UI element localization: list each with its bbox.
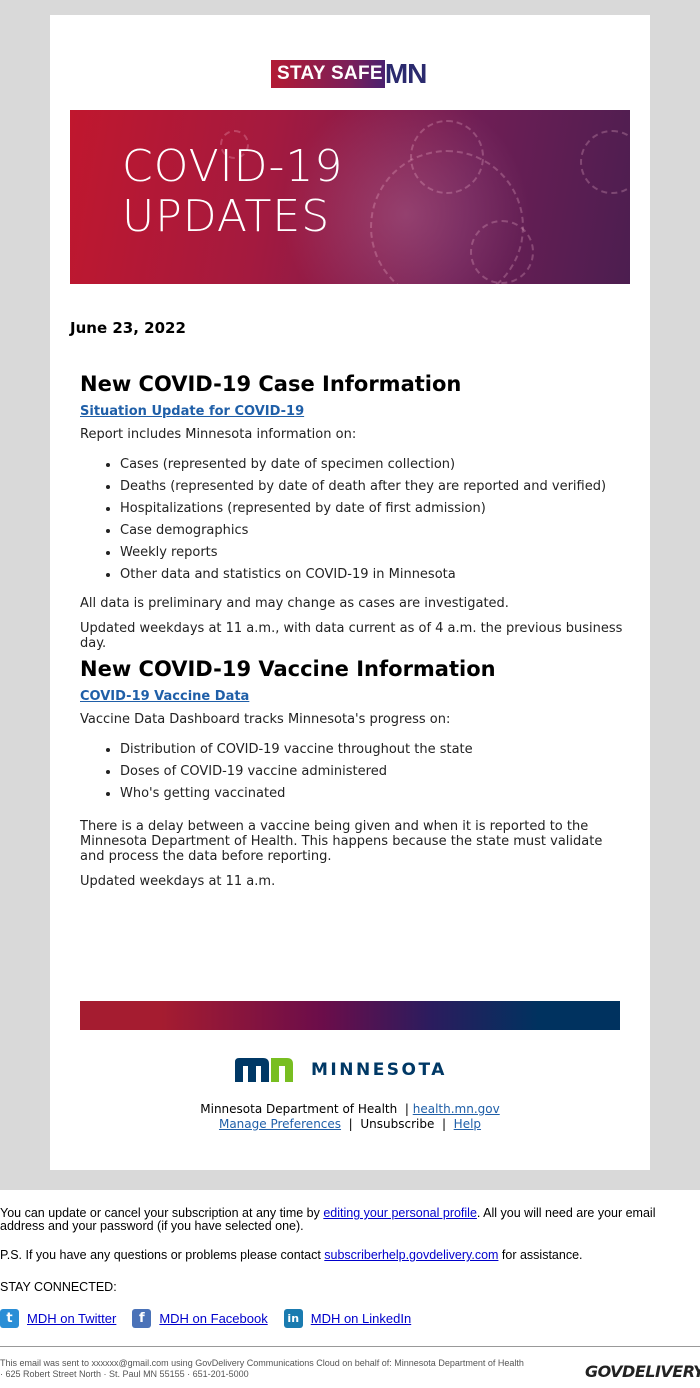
case-info-heading: New COVID-19 Case Information xyxy=(80,372,462,396)
health-site-link[interactable]: health.mn.gov xyxy=(413,1102,500,1116)
fine-print-line1: This email was sent to xxxxxx@gmail.com … xyxy=(0,1358,524,1368)
unsubscribe-link[interactable]: Unsubscribe xyxy=(360,1117,434,1131)
manage-preferences-link[interactable]: Manage Preferences xyxy=(219,1117,341,1131)
list-item: Weekly reports xyxy=(120,542,625,564)
facebook-link-item[interactable]: f MDH on Facebook xyxy=(132,1309,268,1328)
social-links: t MDH on Twitter f MDH on Facebook in MD… xyxy=(0,1309,427,1328)
subscriber-help-link[interactable]: subscriberhelp.govdelivery.com xyxy=(324,1248,498,1262)
fine-print: This email was sent to xxxxxx@gmail.com … xyxy=(0,1358,524,1380)
case-info-section: New COVID-19 Case Information Situation … xyxy=(80,372,625,651)
vaccine-info-section: New COVID-19 Vaccine Information COVID-1… xyxy=(80,657,625,889)
logo-mn: MN xyxy=(384,58,428,89)
case-note-preliminary: All data is preliminary and may change a… xyxy=(80,596,509,611)
list-item: Doses of COVID-19 vaccine administered xyxy=(120,761,625,783)
stay-safe-mn-logo: STAY SAFE MN xyxy=(271,58,428,89)
facebook-icon: f xyxy=(132,1309,152,1328)
subscription-notice: You can update or cancel your subscripti… xyxy=(0,1207,700,1233)
support-notice: P.S. If you have any questions or proble… xyxy=(0,1249,700,1262)
govdelivery-logo: GOVDELIVERY ✉ xyxy=(585,1362,700,1381)
covid-updates-banner: COVID-19 UPDATES xyxy=(70,110,630,284)
situation-update-link[interactable]: Situation Update for COVID-19 xyxy=(80,404,625,419)
support-text: for assistance. xyxy=(498,1248,583,1262)
vaccine-note-updated: Updated weekdays at 11 a.m. xyxy=(80,874,276,889)
banner-title-line2: UPDATES xyxy=(122,191,331,242)
facebook-link[interactable]: MDH on Facebook xyxy=(159,1311,267,1326)
linkedin-icon: in xyxy=(283,1309,303,1328)
twitter-link-item[interactable]: t MDH on Twitter xyxy=(0,1309,116,1328)
list-item: Case demographics xyxy=(120,520,625,542)
footer-gradient-bar xyxy=(80,1001,620,1030)
subscription-text: You can update or cancel your subscripti… xyxy=(0,1206,324,1220)
case-intro: Report includes Minnesota information on… xyxy=(80,427,357,442)
minnesota-wordmark: MINNESOTA xyxy=(311,1060,447,1080)
edit-profile-link[interactable]: editing your personal profile xyxy=(323,1206,477,1220)
vaccine-info-list: Distribution of COVID-19 vaccine through… xyxy=(80,739,625,805)
footer-divider xyxy=(0,1346,700,1347)
minnesota-logo: MINNESOTA xyxy=(235,1058,447,1082)
list-item: Hospitalizations (represented by date of… xyxy=(120,498,625,520)
list-item: Distribution of COVID-19 vaccine through… xyxy=(120,739,625,761)
help-link[interactable]: Help xyxy=(454,1117,481,1131)
case-note-updated: Updated weekdays at 11 a.m., with data c… xyxy=(80,621,623,651)
vaccine-intro: Vaccine Data Dashboard tracks Minnesota'… xyxy=(80,712,451,727)
separator: | xyxy=(348,1117,353,1131)
banner-title-line1: COVID-19 xyxy=(122,141,344,192)
mn-mark-icon xyxy=(235,1058,293,1082)
footer-links: Minnesota Department of Health | health.… xyxy=(50,1102,650,1132)
separator: | xyxy=(404,1102,409,1116)
separator: | xyxy=(441,1117,447,1131)
govdelivery-wordmark: GOVDELIVERY xyxy=(585,1362,700,1381)
vaccine-data-link[interactable]: COVID-19 Vaccine Data xyxy=(80,689,625,704)
issue-date: June 23, 2022 xyxy=(70,319,186,337)
vaccine-info-heading: New COVID-19 Vaccine Information xyxy=(80,657,496,681)
fine-print-line2: · 625 Robert Street North · St. Paul MN … xyxy=(0,1369,249,1379)
linkedin-link[interactable]: MDH on LinkedIn xyxy=(311,1311,411,1326)
virus-graphic xyxy=(410,120,484,194)
support-text: P.S. If you have any questions or proble… xyxy=(0,1248,325,1262)
list-item: Cases (represented by date of specimen c… xyxy=(120,454,625,476)
email-card: STAY SAFE MN COVID-19 UPDATES June 23, 2… xyxy=(50,15,650,1170)
twitter-link[interactable]: MDH on Twitter xyxy=(27,1311,116,1326)
stay-connected-label: STAY CONNECTED: xyxy=(0,1280,117,1294)
list-item: Other data and statistics on COVID-19 in… xyxy=(120,564,625,586)
banner-title: COVID-19 UPDATES xyxy=(122,142,343,242)
virus-graphic xyxy=(470,220,534,284)
list-item: Deaths (represented by date of death aft… xyxy=(120,476,625,498)
case-info-list: Cases (represented by date of specimen c… xyxy=(80,454,625,586)
twitter-icon: t xyxy=(0,1309,19,1328)
linkedin-link-item[interactable]: in MDH on LinkedIn xyxy=(283,1309,411,1328)
org-name: Minnesota Department of Health xyxy=(200,1102,398,1116)
list-item: Who's getting vaccinated xyxy=(120,783,625,805)
virus-graphic xyxy=(580,130,630,194)
vaccine-note-delay: There is a delay between a vaccine being… xyxy=(80,819,603,864)
logo-stay-safe: STAY SAFE xyxy=(271,60,385,88)
